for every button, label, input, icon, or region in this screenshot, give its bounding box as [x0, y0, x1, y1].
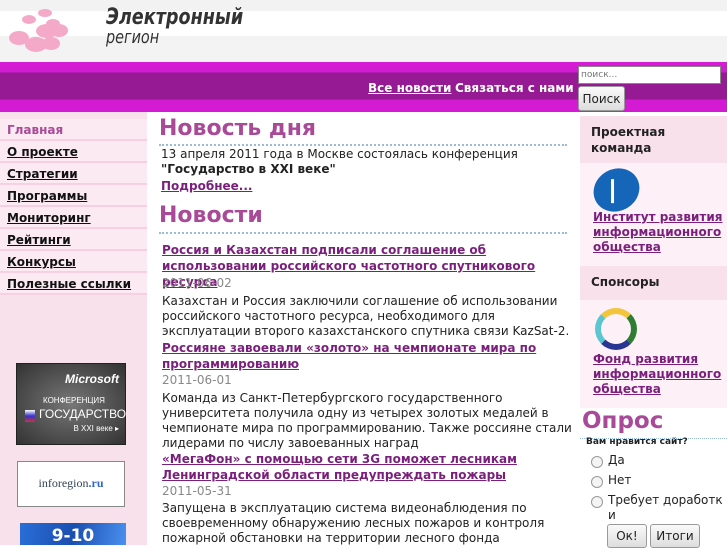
news-item-title[interactable]: «МегаФон» с помощью сети 3G поможет лесн…	[162, 451, 572, 483]
sidebar-item-home[interactable]: Главная	[0, 119, 147, 141]
site-header: Электронный регион	[0, 0, 727, 62]
sponsors-heading: Спонсоры	[580, 266, 727, 300]
banner-century-text: В XXI веке ▸	[73, 424, 119, 433]
inforegion-ru-text: .ru	[88, 476, 104, 490]
search-input[interactable]	[578, 66, 721, 84]
russia-map-icon	[25, 410, 35, 422]
divider	[159, 232, 567, 234]
logo-text-line2: регион	[106, 27, 160, 48]
poll-option-radio[interactable]	[591, 496, 603, 508]
sponsors-panel: Фонд развития информационного общества	[580, 300, 727, 408]
poll-option-radio[interactable]	[591, 476, 603, 488]
sidebar-item-contests[interactable]: Конкурсы	[0, 251, 147, 273]
institute-link[interactable]: Институт развития информационного общест…	[593, 210, 723, 255]
news-of-day-bold: "Государство в XXI веке"	[161, 162, 336, 176]
news-item-title[interactable]: Россияне завоевали «золото» на чемпионат…	[162, 340, 572, 372]
poll-heading: Опрос	[582, 408, 664, 434]
news-of-day-text: 13 апреля 2011 года в Москве состоялась …	[161, 147, 518, 161]
poll-results-button[interactable]: Итоги	[650, 524, 700, 548]
poll-option-label[interactable]: Да	[608, 453, 625, 468]
inforegion-banner[interactable]: inforegion.ru	[17, 461, 125, 507]
fund-link[interactable]: Фонд развития информационного общества	[593, 352, 723, 397]
banner-state-text: ГОСУДАРСТВО	[39, 407, 127, 421]
team-heading: Проектная команда	[580, 116, 727, 163]
contact-link[interactable]: Связаться с нами	[455, 81, 574, 95]
poll-ok-button[interactable]: Ок!	[607, 524, 647, 548]
news-item-text: Команда из Санкт-Петербургского государс…	[162, 391, 572, 450]
team-panel: Институт развития информационного общест…	[580, 160, 727, 266]
more-link[interactable]: Подробнее...	[161, 178, 571, 194]
poll-question: Вам нравится сайт?	[586, 437, 688, 447]
sidebar-item-monitoring[interactable]: Мониторинг	[0, 207, 147, 229]
poll-option-radio[interactable]	[591, 456, 603, 468]
news-item-date: 2011-06-02	[162, 276, 232, 290]
banner-microsoft-text: Microsoft	[65, 372, 119, 386]
news-item-date: 2011-05-31	[162, 484, 232, 498]
news-item-date: 2011-06-01	[162, 373, 232, 387]
left-sidebar: Главная О проекте Стратегии Программы Мо…	[0, 112, 147, 546]
news-item-text: Запущена в эксплуатацию система видеонаб…	[162, 501, 545, 545]
microsoft-conference-banner[interactable]: Microsoft КОНФЕРЕНЦИЯ ГОСУДАРСТВО В XXI …	[16, 363, 126, 445]
all-news-link[interactable]: Все новости	[368, 81, 451, 95]
banner-conf-text: КОНФЕРЕНЦИЯ	[43, 396, 105, 405]
inforegion-text: inforegion	[38, 476, 89, 490]
event-date-banner[interactable]: 9-10	[20, 523, 126, 546]
poll-option-label[interactable]: Требует доработки	[608, 493, 724, 523]
sidebar-item-links[interactable]: Полезные ссылки	[0, 273, 147, 295]
fund-logo-icon[interactable]	[595, 308, 637, 350]
news-of-day-heading: Новость дня	[159, 116, 317, 141]
sidebar-item-strategies[interactable]: Стратегии	[0, 163, 147, 185]
news-heading: Новости	[159, 203, 263, 228]
poll-option-label[interactable]: Нет	[608, 473, 631, 488]
sidebar-item-ratings[interactable]: Рейтинги	[0, 229, 147, 251]
news-item-text: Казахстан и Россия заключили соглашение …	[162, 294, 570, 338]
search-button[interactable]: Поиск	[578, 86, 625, 111]
sidebar-item-programs[interactable]: Программы	[0, 185, 147, 207]
main-content: Новость дня 13 апреля 2011 года в Москве…	[147, 112, 580, 545]
divider	[159, 144, 567, 146]
right-sidebar: Проектная команда Институт развития инфо…	[580, 112, 727, 548]
event-date-text: 9-10	[51, 526, 95, 546]
sidebar-item-about[interactable]: О проекте	[0, 141, 147, 163]
